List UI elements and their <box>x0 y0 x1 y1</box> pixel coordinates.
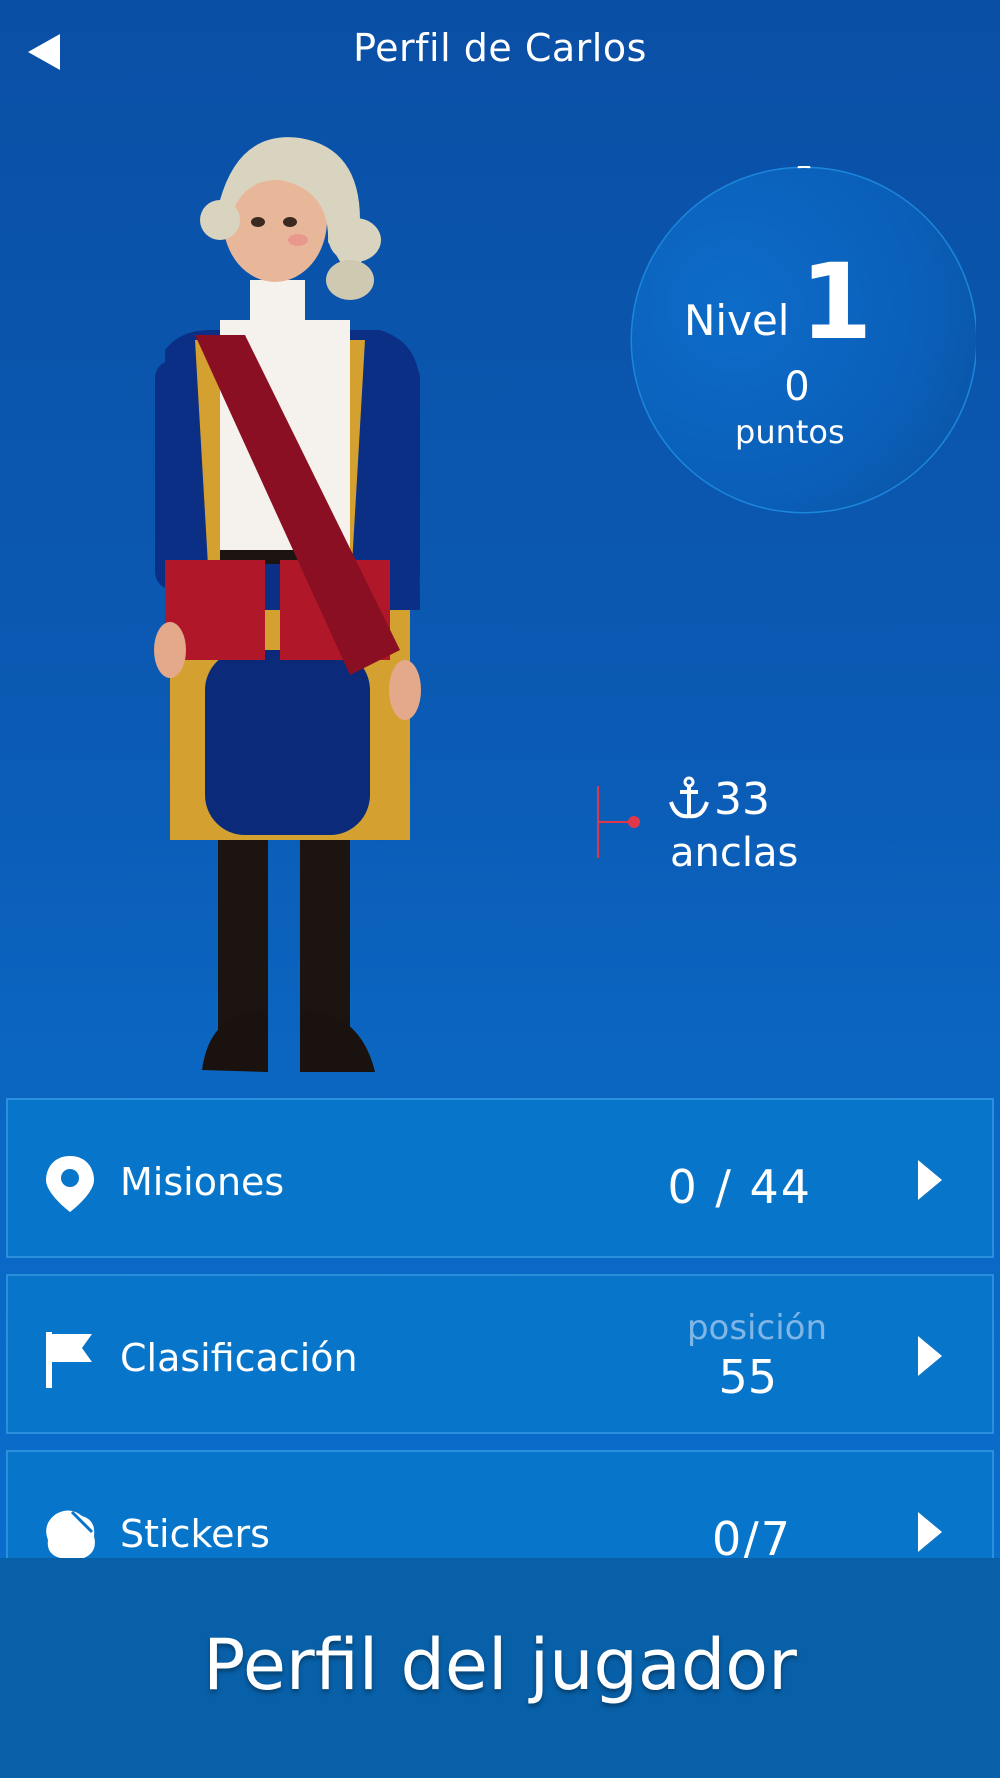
flag-icon <box>46 1332 92 1388</box>
anchor-marker-icon <box>597 786 640 858</box>
anchors-value: 33 <box>714 774 770 825</box>
chevron-right-icon <box>918 1336 942 1376</box>
missions-count: 0 / 44 <box>667 1160 812 1214</box>
level-number: 1 <box>800 241 873 363</box>
chevron-right-icon <box>918 1512 942 1552</box>
ranking-position-value: 55 <box>718 1350 777 1404</box>
stickers-label: Stickers <box>120 1512 270 1556</box>
ranking-label: Clasificación <box>120 1336 358 1380</box>
sticker-badge-icon <box>46 1510 95 1562</box>
anchor-icon <box>669 776 709 819</box>
page-title: Perfil de Carlos <box>353 26 647 70</box>
caption-title: Perfil del jugador <box>203 1624 797 1706</box>
app-header: Perfil de Carlos <box>0 0 1000 100</box>
level-label: Nivel <box>684 296 790 345</box>
points-value: 0 <box>784 364 810 410</box>
missions-label: Misiones <box>120 1160 285 1204</box>
ranking-row[interactable]: Clasificación posición 55 <box>6 1274 994 1434</box>
anchors-label: anclas <box>670 830 799 876</box>
chevron-right-icon <box>918 1160 942 1200</box>
missions-row[interactable]: Misiones 0 / 44 <box>6 1098 994 1258</box>
points-label: puntos <box>735 413 845 451</box>
location-pin-icon <box>46 1156 94 1212</box>
player-avatar <box>154 137 421 1072</box>
ranking-position-label: posición <box>686 1308 827 1348</box>
